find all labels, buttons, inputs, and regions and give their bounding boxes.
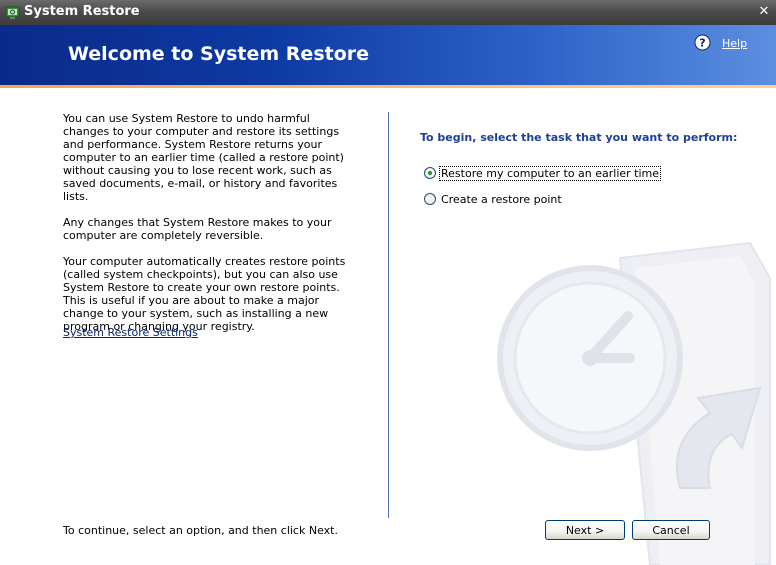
intro-paragraph: Your computer automatically creates rest…: [63, 255, 346, 333]
intro-paragraph: You can use System Restore to undo harmf…: [63, 112, 344, 203]
window-title: System Restore: [24, 4, 140, 19]
intro-paragraph: Any changes that System Restore makes to…: [63, 216, 332, 242]
system-restore-window: System Restore ✕ Welcome to System Resto…: [0, 0, 776, 565]
create-restore-point-option[interactable]: Create a restore point: [424, 191, 563, 207]
page-title: Welcome to System Restore: [68, 43, 370, 65]
cancel-button[interactable]: Cancel: [632, 520, 710, 540]
task-heading: To begin, select the task that you want …: [420, 131, 738, 144]
create-restore-point-radio[interactable]: [424, 193, 436, 205]
system-restore-settings-link[interactable]: System Restore Settings: [63, 326, 198, 339]
next-button[interactable]: Next >: [545, 520, 625, 540]
system-restore-app-icon: [5, 6, 20, 19]
footer-instruction: To continue, select an option, and then …: [63, 524, 338, 537]
svg-text:?: ?: [699, 37, 705, 50]
restore-option-label[interactable]: Restore my computer to an earlier time: [438, 165, 662, 181]
restore-option[interactable]: Restore my computer to an earlier time: [424, 165, 662, 181]
title-bar[interactable]: System Restore ✕: [0, 0, 776, 25]
help-link[interactable]: Help: [722, 37, 747, 50]
clock-watermark-icon: [497, 241, 771, 565]
main-content: You can use System Restore to undo harmf…: [0, 88, 776, 565]
close-button[interactable]: ✕: [756, 4, 772, 20]
close-icon: ✕: [758, 4, 770, 19]
help-icon[interactable]: ?: [694, 34, 711, 51]
intro-text: You can use System Restore to undo harmf…: [63, 112, 353, 346]
header-banner: Welcome to System Restore ? Help: [0, 25, 776, 85]
restore-radio[interactable]: [424, 167, 436, 179]
create-restore-point-label[interactable]: Create a restore point: [440, 193, 563, 206]
column-divider: [388, 112, 389, 518]
